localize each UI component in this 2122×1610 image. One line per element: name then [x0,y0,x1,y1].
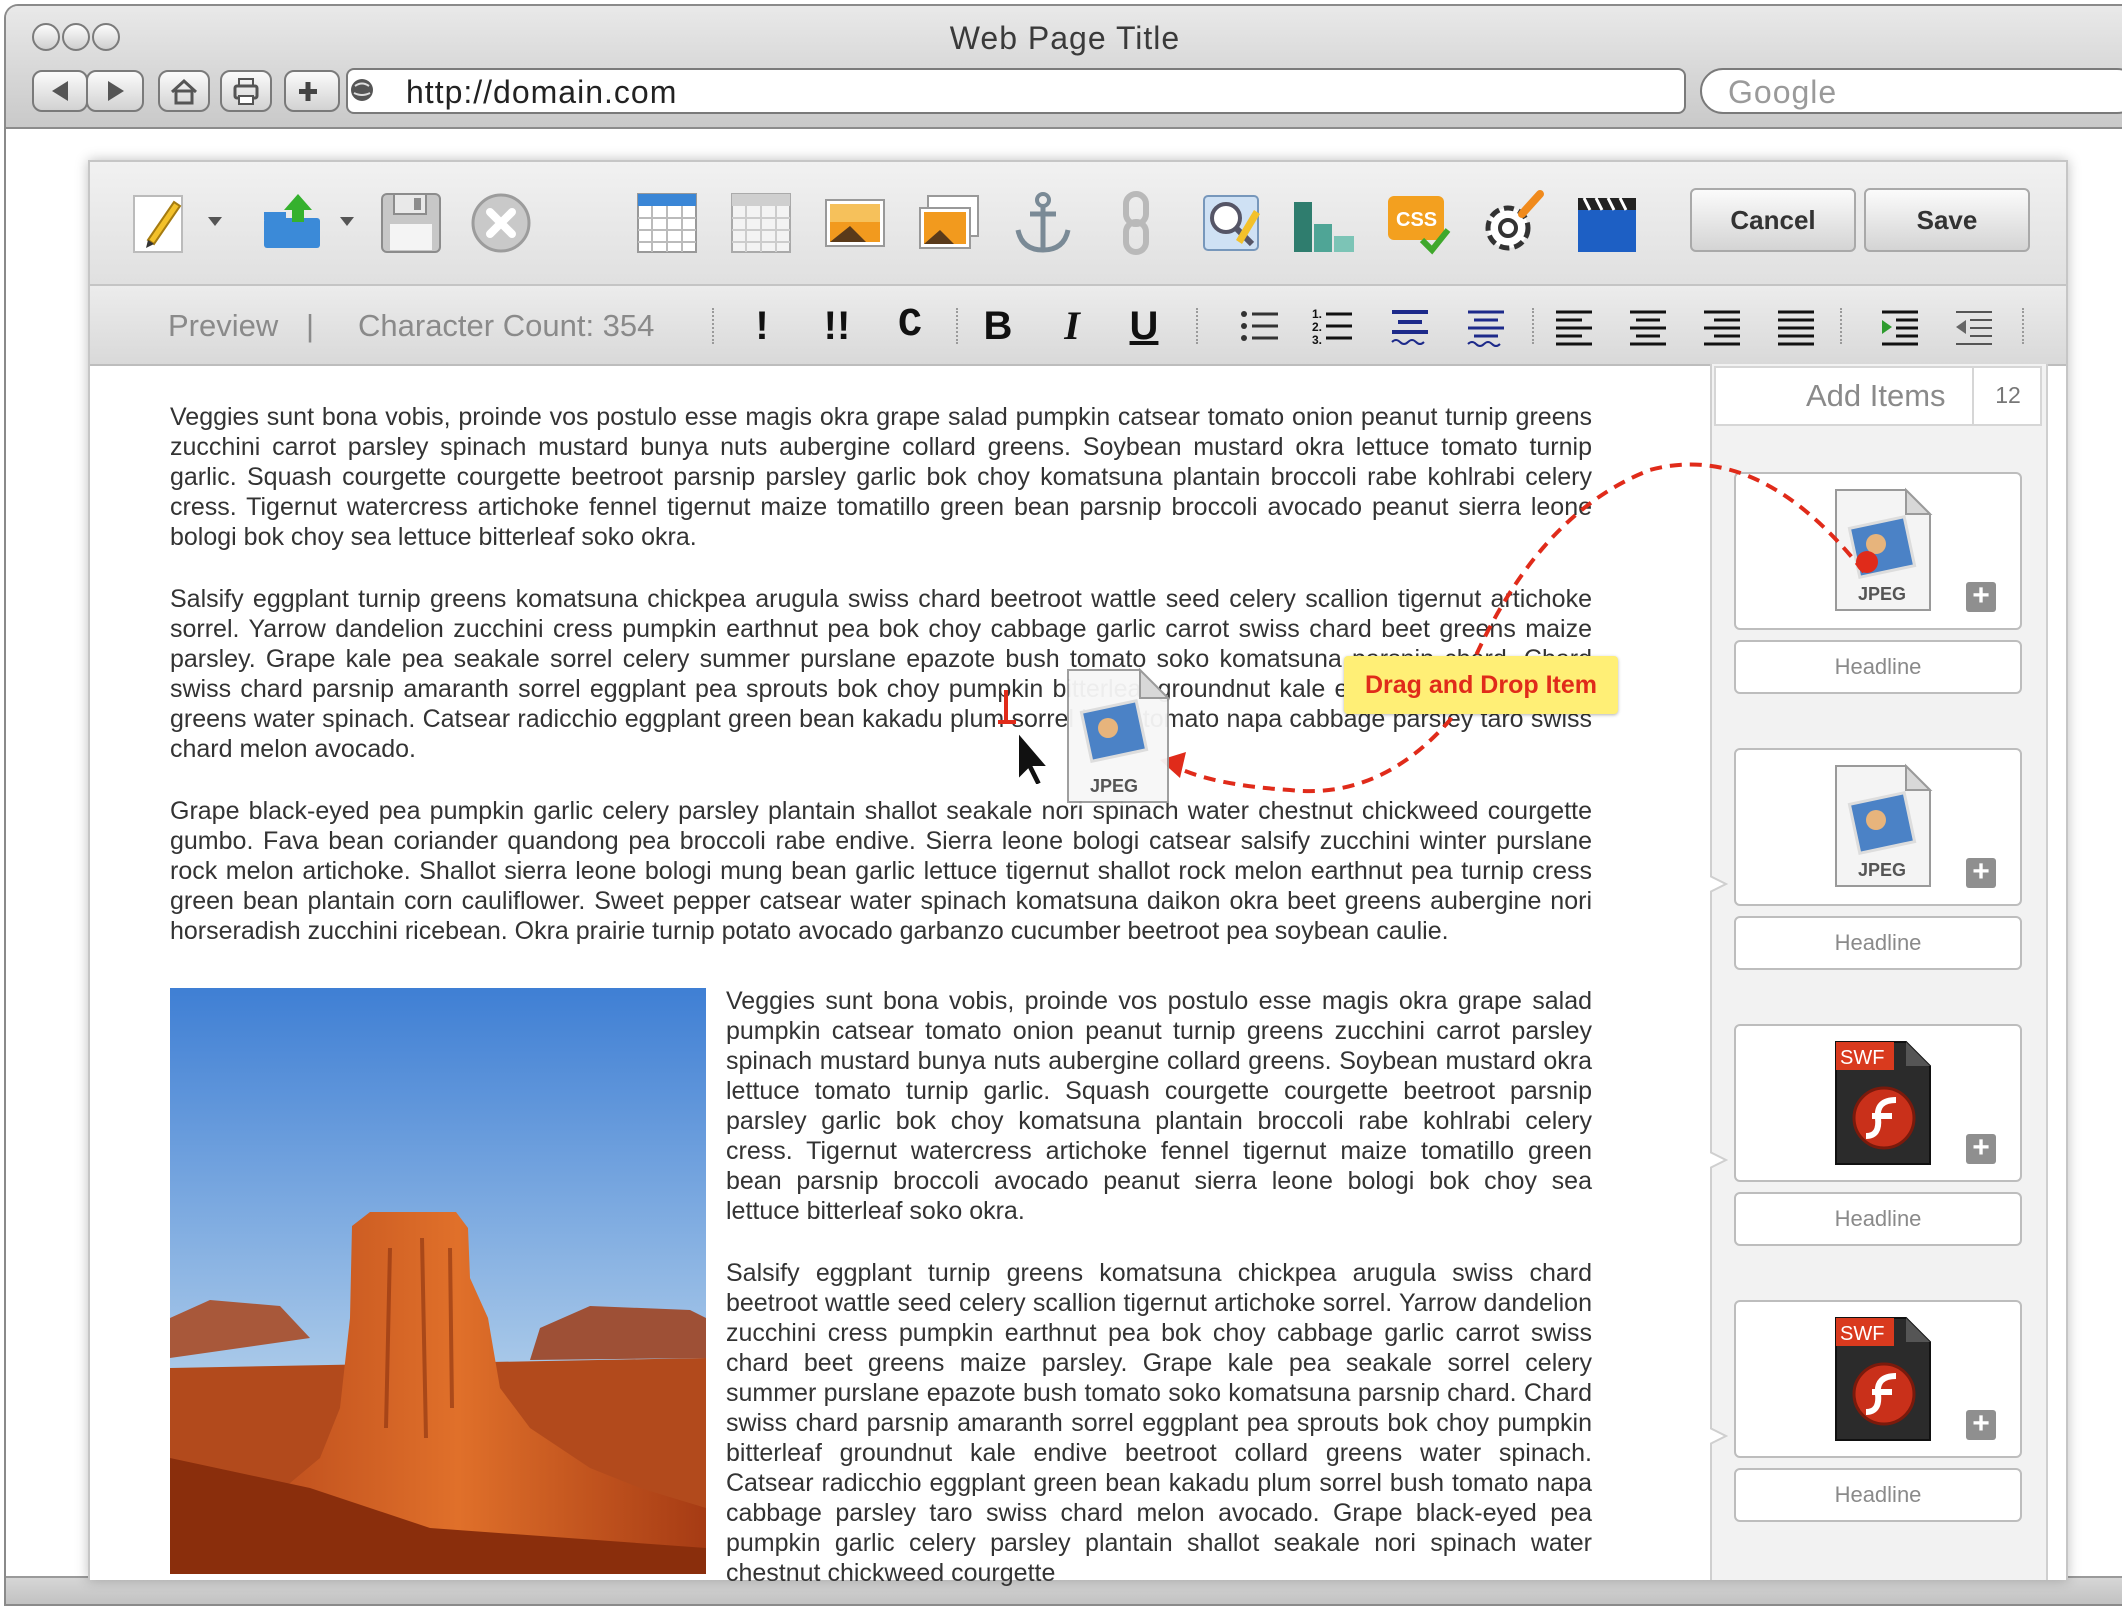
insert-cursor-and-pointer [998,690,1051,784]
text-insert-caret-icon [998,690,1016,724]
drag-path-line [1171,462,1866,794]
dragged-jpeg-icon: JPEG [1067,667,1171,803]
drag-origin-dot [1856,551,1878,573]
drag-and-drop-label: Drag and Drop Item [1344,656,1618,714]
svg-text:JPEG: JPEG [1090,776,1138,796]
mouse-pointer-icon [1017,729,1051,784]
